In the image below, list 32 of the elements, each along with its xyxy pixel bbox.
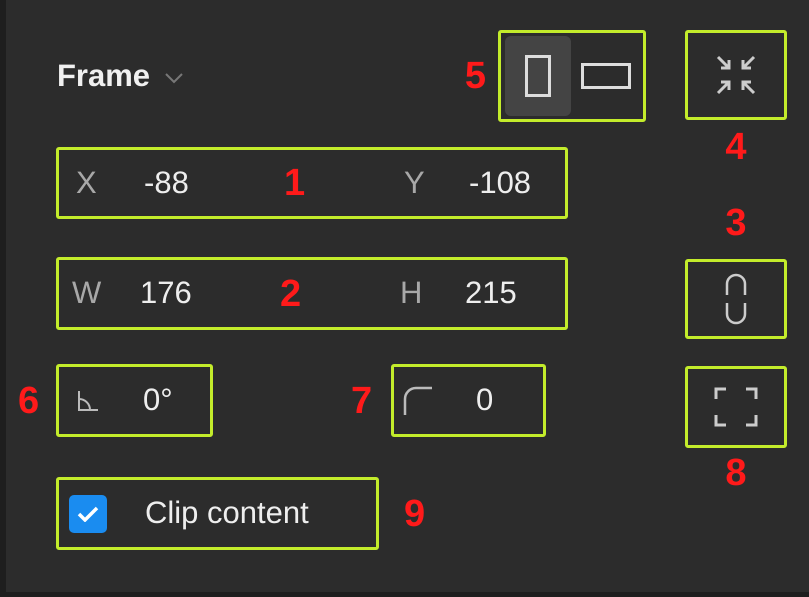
field-label: W (72, 274, 102, 312)
panel-title: Frame (57, 56, 150, 95)
compress-icon[interactable] (714, 53, 758, 97)
field-label: X (76, 164, 98, 202)
callout-number: 9 (404, 496, 426, 530)
portrait-icon (525, 55, 551, 97)
corner-radius-field[interactable]: 0 (476, 377, 494, 424)
field-label: Y (404, 164, 426, 202)
checkbox-label: Clip content (145, 494, 309, 532)
callout-number: 2 (280, 276, 302, 310)
corners-icon[interactable] (714, 387, 758, 427)
callout-number: 7 (351, 384, 374, 418)
callout-number: 4 (725, 130, 747, 164)
checkmark-icon (77, 506, 99, 522)
value-field[interactable]: 215 (465, 270, 555, 317)
callout-number: 8 (725, 456, 747, 490)
angle-icon (77, 390, 99, 412)
callout-number: 1 (284, 166, 306, 200)
corner-radius-icon (402, 384, 434, 416)
rotation-field[interactable]: 0° (143, 377, 173, 424)
value-field[interactable]: 176 (140, 270, 280, 317)
field-label: H (400, 274, 424, 312)
link-icon[interactable] (724, 272, 748, 326)
value-field[interactable]: -108 (469, 160, 559, 206)
checkbox[interactable] (69, 494, 107, 532)
value-field[interactable]: -88 (144, 160, 284, 206)
callout-number: 3 (725, 206, 747, 240)
landscape-icon (581, 63, 631, 89)
portrait-button[interactable] (505, 36, 571, 116)
chevron-down-icon[interactable] (164, 72, 184, 84)
callout-number: 6 (18, 384, 40, 418)
callout-number: 5 (464, 59, 486, 93)
